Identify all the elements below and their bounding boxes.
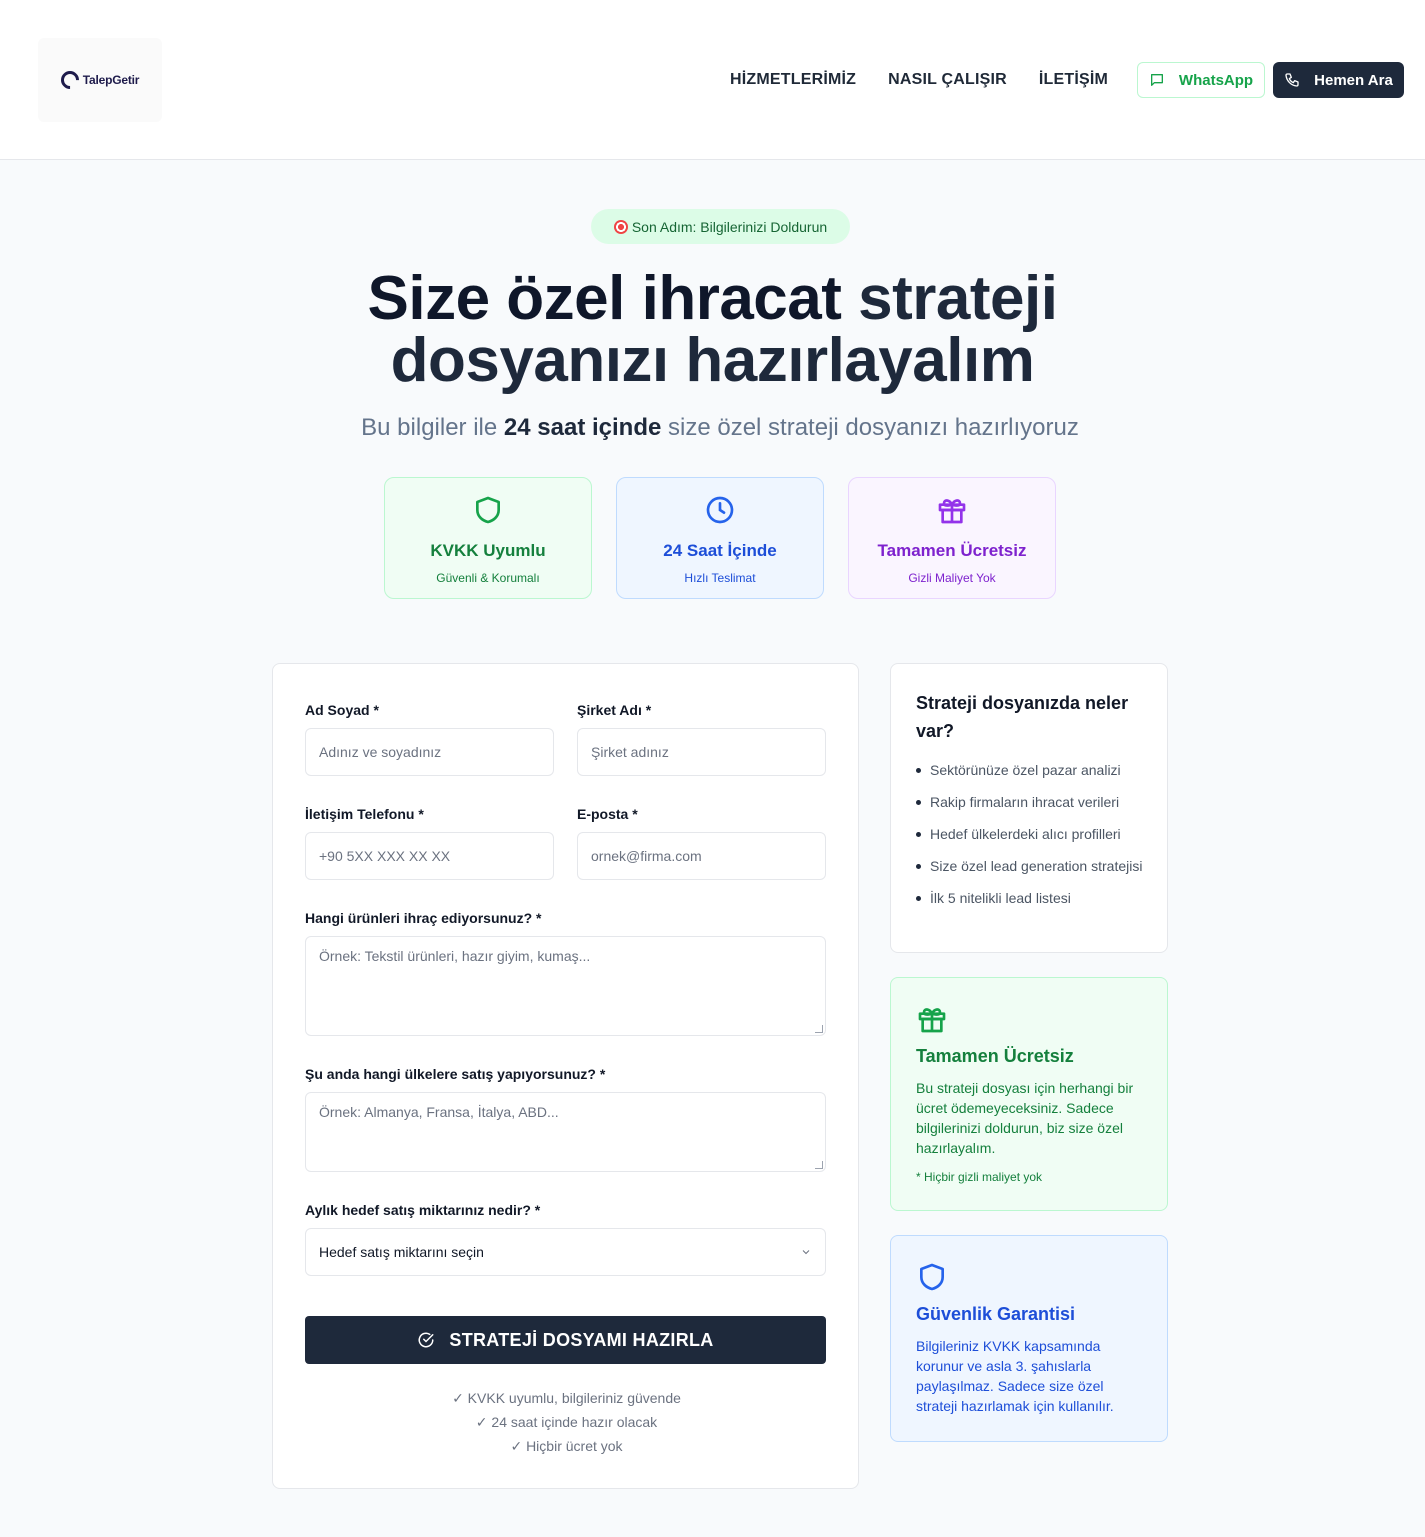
security-card: Güvenlik Garantisi Bilgileriniz KVKK kap… <box>890 1235 1168 1442</box>
email-input[interactable]: ornek@firma.com <box>577 832 826 880</box>
submit-label: STRATEJİ DOSYAMI HAZIRLA <box>449 1329 714 1350</box>
feature-card-24h: 24 Saat İçinde Hızlı Teslimat <box>616 477 824 599</box>
name-input[interactable]: Adınız ve soyadınız <box>305 728 554 776</box>
security-text: Bilgileriniz KVKK kapsamında korunur ve … <box>916 1338 1114 1414</box>
page-subtitle: Bu bilgiler ile 24 saat içinde size özel… <box>361 414 1079 441</box>
security-title: Güvenlik Garantisi <box>916 1304 1076 1324</box>
call-label: Hemen Ara <box>1314 71 1393 89</box>
shield-icon <box>476 496 500 524</box>
page-title: Size özel ihracat strateji dosyanızı haz… <box>367 264 1058 395</box>
nav-link-contact[interactable]: İLETİŞİM <box>1039 71 1108 89</box>
free-title: Tamamen Ücretsiz <box>916 1046 1074 1066</box>
assurance-note: ✓ Hiçbir ücret yok <box>510 1438 623 1454</box>
chevron-down-icon <box>802 1250 810 1255</box>
company-label: Şirket Adı * <box>577 702 652 718</box>
assurance-note: ✓ 24 saat içinde hazır olacak <box>475 1414 658 1430</box>
whatsapp-button[interactable]: WhatsApp <box>1137 62 1265 98</box>
countries-textarea[interactable]: Örnek: Almanya, Fransa, İtalya, ABD... <box>305 1092 826 1172</box>
shield-icon <box>920 1263 944 1291</box>
name-label: Ad Soyad * <box>305 702 379 718</box>
free-text: Bu strateji dosyası için herhangi bir üc… <box>916 1080 1134 1156</box>
clock-icon <box>706 496 734 524</box>
whatsapp-label: WhatsApp <box>1178 71 1254 89</box>
target-select[interactable]: Hedef satış miktarını seçin <box>305 1228 826 1276</box>
countries-label: Şu anda hangi ülkelere satış yapıyorsunu… <box>305 1066 606 1082</box>
call-button[interactable]: Hemen Ara <box>1273 62 1404 98</box>
countries-placeholder: Örnek: Almanya, Fransa, İtalya, ABD... <box>319 1104 559 1120</box>
list-item: İlk 5 nitelikli lead listesi <box>916 888 1146 908</box>
target-icon <box>613 219 628 234</box>
assurance-note: ✓ KVKK uyumlu, bilgileriniz güvende <box>452 1390 681 1406</box>
logo-text: TalepGetir <box>82 73 140 87</box>
logo[interactable]: TalepGetir <box>38 38 162 122</box>
site-header: TalepGetir HİZMETLERİMİZ NASIL ÇALIŞIR İ… <box>0 0 1425 160</box>
step-badge-text: Son Adım: Bilgilerinizi Doldurun <box>631 218 828 235</box>
feature-card-free: Tamamen Ücretsiz Gizli Maliyet Yok <box>848 477 1056 599</box>
products-textarea[interactable]: Örnek: Tekstil ürünleri, hazır giyim, ku… <box>305 936 826 1036</box>
step-badge: Son Adım: Bilgilerinizi Doldurun <box>591 209 850 244</box>
strategy-form: Ad Soyad * Adınız ve soyadınız Şirket Ad… <box>272 663 859 1489</box>
logo-icon <box>57 67 83 93</box>
email-label: E-posta * <box>577 806 638 822</box>
contents-list: Sektörünüze özel pazar analizi Rakip fir… <box>916 760 1146 920</box>
phone-label: İletişim Telefonu * <box>305 806 424 822</box>
feature-subtitle: Gizli Maliyet Yok <box>908 571 996 585</box>
resize-handle-icon[interactable] <box>815 1025 823 1033</box>
target-label: Aylık hedef satış miktarınız nedir? * <box>305 1202 541 1218</box>
phone-icon <box>1285 73 1299 87</box>
phone-input[interactable]: +90 5XX XXX XX XX <box>305 832 554 880</box>
list-item: Hedef ülkelerdeki alıcı profilleri <box>916 824 1146 844</box>
list-item: Sektörünüze özel pazar analizi <box>916 760 1146 780</box>
feature-title: Tamamen Ücretsiz <box>877 541 1027 560</box>
gift-icon <box>918 1008 946 1033</box>
feature-subtitle: Hızlı Teslimat <box>684 571 756 585</box>
free-note: * Hiçbir gizli maliyet yok <box>916 1170 1043 1184</box>
feature-title: 24 Saat İçinde <box>663 541 777 560</box>
nav-link-services[interactable]: HİZMETLERİMİZ <box>730 71 856 89</box>
check-circle-icon <box>418 1332 434 1348</box>
feature-title: KVKK Uyumlu <box>430 541 546 560</box>
products-label: Hangi ürünleri ihraç ediyorsunuz? * <box>305 910 542 926</box>
list-item: Rakip firmaların ihracat verileri <box>916 792 1146 812</box>
submit-button[interactable]: STRATEJİ DOSYAMI HAZIRLA <box>305 1316 826 1364</box>
products-placeholder: Örnek: Tekstil ürünleri, hazır giyim, ku… <box>319 948 591 964</box>
company-input[interactable]: Şirket adınız <box>577 728 826 776</box>
nav-link-how-it-works[interactable]: NASIL ÇALIŞIR <box>888 71 1007 89</box>
message-icon <box>1150 74 1163 86</box>
resize-handle-icon[interactable] <box>815 1161 823 1169</box>
contents-card: Strateji dosyanızda neler var? Sektörünü… <box>890 663 1168 953</box>
contents-title: Strateji dosyanızda neler var? <box>916 693 1129 741</box>
main-nav: HİZMETLERİMİZ NASIL ÇALIŞIR İLETİŞİM <box>730 62 1140 98</box>
gift-icon <box>938 499 966 524</box>
feature-card-kvkk: KVKK Uyumlu Güvenli & Korumalı <box>384 477 592 599</box>
feature-subtitle: Güvenli & Korumalı <box>436 571 540 585</box>
target-select-value: Hedef satış miktarını seçin <box>319 1244 484 1260</box>
list-item: Size özel lead generation stratejisi <box>916 856 1146 876</box>
free-card: Tamamen Ücretsiz Bu strateji dosyası içi… <box>890 977 1168 1211</box>
